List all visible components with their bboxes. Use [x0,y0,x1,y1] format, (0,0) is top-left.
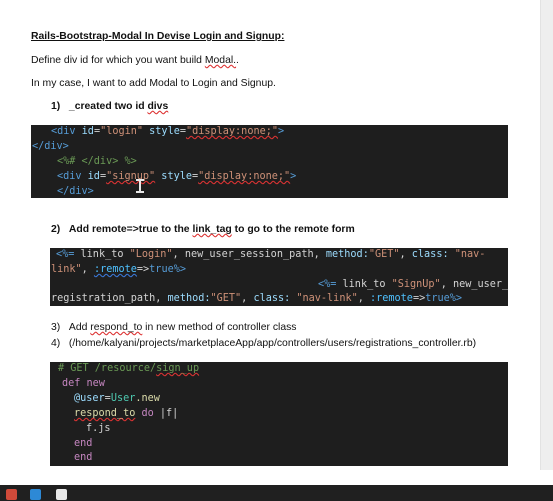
step-1: 1) _created two id divs [51,101,168,112]
code3-l1-comment: # GET /resource/ [58,363,157,374]
code3-l3-new: .new [135,393,160,404]
code1-l1-idval: "login" [100,126,144,137]
code3-l4-do: do [135,408,160,419]
code2-d-erb-close: %> [449,293,463,304]
code2-d-comma2: , [357,293,370,304]
step-2-text-end: to go to the remote form [231,224,355,235]
code2-c-signup: "SignUp" [391,279,441,290]
taskbar-app-blue-icon[interactable] [30,489,41,500]
taskbar [0,485,553,501]
code1-line-4: <div id="signup" style="display:none;"> [57,170,296,185]
code3-line-1: # GET /resource/sign_up [58,362,199,377]
code1-l1-id: id [81,126,94,137]
step-1-divs: divs [147,101,169,112]
code2-a-nav: "nav- [448,249,486,260]
code-block-html-divs: <div id="login" style="display:none;"> <… [31,125,508,198]
code3-l3-class: User [110,393,136,404]
code2-a-linkto: link_to [74,249,130,260]
code1-l4-id: id [87,171,100,182]
code2-d-arrow: => [412,293,426,304]
step-2-link-tag: link_tag [192,224,232,235]
code2-c-erb: <%= [318,279,337,290]
code3-line-2: def new [62,378,105,389]
code2-d-method: method: [167,293,211,304]
step-3-text-end: in new method of controller class [142,322,297,333]
modal-word: Modal. [204,55,237,66]
code2-b-erb-close: %> [173,264,186,275]
text-cursor-icon [136,179,145,193]
code2-b-remote: :remote [93,264,137,275]
step-2: 2) Add remote=>true to the link_tag to g… [51,224,355,235]
code3-l1-signup: sign_up [156,363,200,374]
code2-c-linkto: link_to [336,279,392,290]
code2-a-login: "Login" [129,249,173,260]
code2-a-path: , new_user_session_path, [172,249,326,260]
taskbar-app-red-icon[interactable] [6,489,17,500]
paragraph-define-div-text: Define div id for which you want build [31,55,205,66]
paragraph-define-div: Define div id for which you want build M… [31,55,239,66]
code2-d-class: class: [253,293,291,304]
code1-l1-open: <div [51,126,82,137]
step-3-respond-to: respond_to [90,322,143,333]
code3-line-4: respond_to do |f| [74,407,178,422]
code2-b-link: link" [51,264,82,275]
code1-line-3: <%# </div> %> [57,156,137,167]
code2-d-remote: :remote [370,293,413,304]
code2-line-1: <%= link_to "Login", new_user_session_pa… [56,248,485,263]
code2-line-2: link", :remote=>true%> [51,263,186,278]
code1-l4-style: style [155,171,192,182]
code-block-controller: # GET /resource/sign_up def new @user=Us… [50,362,508,466]
code2-a-comma: , [399,249,412,260]
code1-l1-style: style [143,126,180,137]
taskbar-file-icon[interactable] [56,489,67,500]
code2-d-comma: , [241,293,254,304]
step-2-text: Add remote=>true to the [68,224,193,235]
step-1-text: _created two id [68,101,148,112]
step-3-number: 3) [51,322,61,333]
code1-line-2: </div> [32,141,69,152]
code3-line-5: f.js [86,423,111,434]
code2-line-3: <%= link_to "SignUp", new_user_ [318,278,508,293]
code2-c-path: , new_user_ [440,279,509,290]
page-edge [540,0,553,470]
step-1-number: 1) [51,101,61,112]
code-block-link-to: <%= link_to "Login", new_user_session_pa… [50,248,508,306]
step-3: 3) Add respond_to in new method of contr… [51,322,297,333]
code3-l4-param: |f| [159,408,179,419]
step-4-path: (/home/kalyani/projects/marketplaceApp/a… [68,338,477,349]
code2-d-path: registration_path, [51,293,168,304]
code1-l1-styleval: "display:none;" [185,126,278,137]
code2-d-nav: "nav-link" [290,293,358,304]
document-page: Rails-Bootstrap-Modal In Devise Login an… [0,0,553,501]
code1-line-5: </div> [57,186,94,197]
code1-l4-styleval: "display:none;" [198,171,291,182]
step-4-number: 4) [51,338,61,349]
step-4: 4) (/home/kalyani/projects/marketplaceAp… [51,338,476,349]
step-2-number: 2) [51,224,61,235]
code2-b-arrow: => [136,264,150,275]
code3-line-3: @user=User.new [74,392,160,407]
doc-heading: Rails-Bootstrap-Modal In Devise Login an… [31,31,285,42]
code1-line-1: <div id="login" style="display:none;"> [51,125,284,140]
code3-line-7: end [74,452,93,463]
code2-a-get: "GET" [368,249,400,260]
code1-l4-idval: "signup" [106,171,156,182]
paragraph-my-case: In my case, I want to add Modal to Login… [31,78,276,89]
code3-l4-respond: respond_to [74,408,136,419]
code2-d-true: true [425,293,450,304]
code2-b-comma: , [81,264,94,275]
code2-d-get: "GET" [210,293,242,304]
code3-line-6: end [74,438,93,449]
code2-line-4: registration_path, method:"GET", class: … [51,292,462,307]
code2-b-true: true [149,264,174,275]
code2-a-class: class: [411,249,449,260]
code1-l4-open: <div [57,171,88,182]
code2-a-method: method: [325,249,369,260]
code1-l4-close: > [290,171,297,182]
code1-l1-close: > [278,126,285,137]
step-3-text: Add [68,322,91,333]
code2-a-erb: <%= [56,249,75,260]
code3-l3-user: @user [74,393,105,404]
paragraph-define-div-dot: . [236,55,239,66]
